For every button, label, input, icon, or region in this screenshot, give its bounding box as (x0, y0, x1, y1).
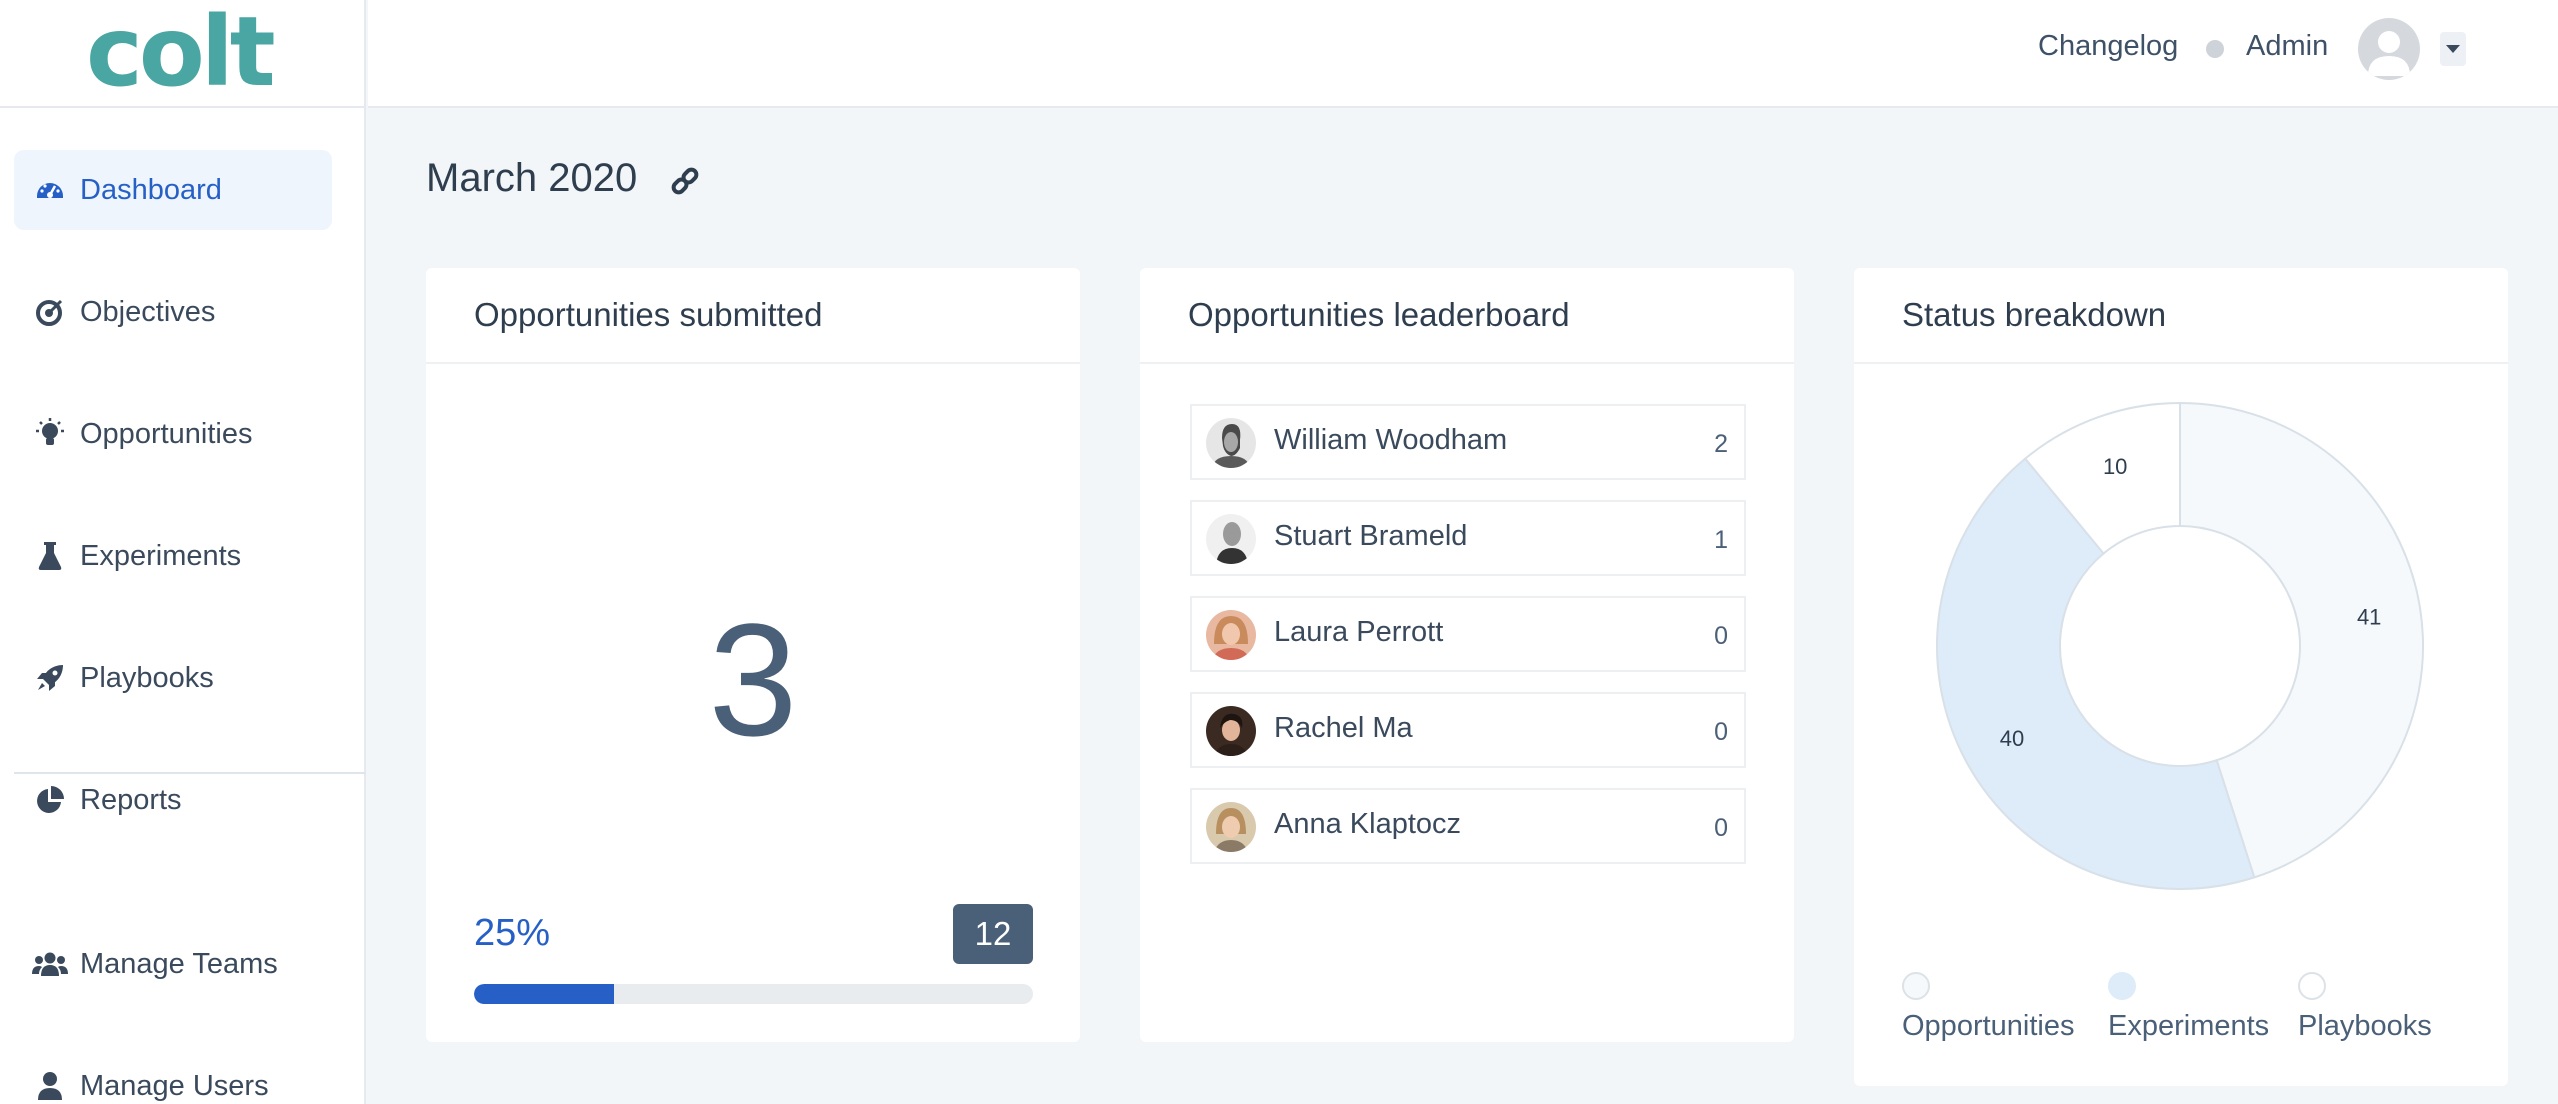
leaderboard-name: Rachel Ma (1274, 712, 1413, 744)
leaderboard-row[interactable]: Stuart Brameld 1 (1190, 500, 1746, 576)
card-header: Opportunities leaderboard (1140, 268, 1794, 364)
leaderboard-name: Anna Klaptocz (1274, 808, 1462, 840)
avatar (1206, 706, 1256, 756)
sidebar-item-manage-users[interactable]: Manage Users (14, 1046, 332, 1104)
leaderboard-row[interactable]: Anna Klaptocz 0 (1190, 788, 1746, 864)
leaderboard-name: Stuart Brameld (1274, 520, 1468, 552)
rocket-icon (32, 660, 68, 696)
sidebar-item-objectives[interactable]: Objectives (14, 272, 332, 352)
leaderboard-row[interactable]: Laura Perrott 0 (1190, 596, 1746, 672)
leaderboard-row[interactable]: Rachel Ma 0 (1190, 692, 1746, 768)
sidebar-item-label: Experiments (80, 539, 242, 572)
lightbulb-icon (32, 416, 68, 452)
avatar (1206, 610, 1256, 660)
donut-value-label: 40 (2000, 726, 2024, 751)
goal-badge: 12 (953, 904, 1033, 964)
user-name-link[interactable]: Admin (2246, 30, 2328, 63)
donut-value-label: 41 (2357, 604, 2381, 629)
progress-bar-fill (474, 984, 614, 1004)
legend-label: Opportunities (1902, 1010, 2075, 1042)
sidebar-item-label: Playbooks (80, 661, 214, 694)
sidebar-item-label: Dashboard (80, 173, 222, 206)
legend-swatch (2298, 972, 2326, 1000)
flask-icon (32, 538, 68, 574)
leaderboard-score: 0 (1714, 814, 1728, 842)
leaderboard-score: 1 (1714, 526, 1728, 554)
caret-down-icon (2446, 40, 2460, 58)
changelog-link[interactable]: Changelog (2038, 30, 2178, 63)
target-icon (32, 294, 68, 330)
user-icon (32, 1068, 68, 1104)
user-menu-toggle[interactable] (2440, 32, 2466, 66)
logo-text: colt (86, 0, 276, 108)
avatar (1206, 514, 1256, 564)
gauge-icon (32, 172, 68, 208)
sidebar-item-dashboard[interactable]: Dashboard (14, 150, 332, 230)
donut-value-label: 10 (2103, 454, 2127, 479)
users-icon (32, 946, 68, 982)
pie-chart-icon (32, 782, 68, 818)
leaderboard-score: 0 (1714, 622, 1728, 650)
sidebar-item-label: Manage Teams (80, 947, 278, 980)
page-title: March 2020 (426, 156, 638, 200)
sidebar-divider (14, 772, 366, 774)
card-title: Status breakdown (1902, 296, 2167, 333)
leaderboard-score: 0 (1714, 718, 1728, 746)
logo[interactable]: colt (0, 0, 364, 108)
notification-dot (2206, 40, 2224, 58)
sidebar-item-manage-teams[interactable]: Manage Teams (14, 924, 332, 1004)
avatar (1206, 418, 1256, 468)
legend-swatch (2108, 972, 2136, 1000)
sidebar-item-opportunities[interactable]: Opportunities (14, 394, 332, 474)
card-header: Status breakdown (1854, 268, 2508, 364)
leaderboard-name: William Woodham (1274, 424, 1508, 456)
avatar[interactable] (2358, 18, 2420, 80)
sidebar-item-playbooks[interactable]: Playbooks (14, 638, 332, 718)
legend-label: Playbooks (2298, 1010, 2432, 1042)
avatar (1206, 802, 1256, 852)
link-icon[interactable] (670, 166, 702, 198)
card-title: Opportunities submitted (474, 296, 823, 333)
leaderboard-score: 2 (1714, 430, 1728, 458)
sidebar-item-label: Manage Users (80, 1069, 269, 1102)
submitted-count: 3 (708, 590, 798, 769)
sidebar: colt Dashboard Objectives Opportunities … (0, 0, 366, 1104)
legend-label: Experiments (2108, 1010, 2270, 1042)
sidebar-item-label: Opportunities (80, 417, 253, 450)
leaderboard-name: Laura Perrott (1274, 616, 1444, 648)
sidebar-item-label: Objectives (80, 295, 216, 328)
sidebar-item-experiments[interactable]: Experiments (14, 516, 332, 596)
progress-bar (474, 984, 1033, 1004)
card-header: Opportunities submitted (426, 268, 1080, 364)
top-header (368, 0, 2558, 108)
card-title: Opportunities leaderboard (1188, 296, 1570, 333)
status-donut-chart: 41 40 10 (1936, 401, 2424, 890)
legend-swatch (1902, 972, 1930, 1000)
leaderboard-row[interactable]: William Woodham 2 (1190, 404, 1746, 480)
progress-percent: 25% (474, 912, 551, 954)
sidebar-item-label: Reports (80, 783, 182, 816)
